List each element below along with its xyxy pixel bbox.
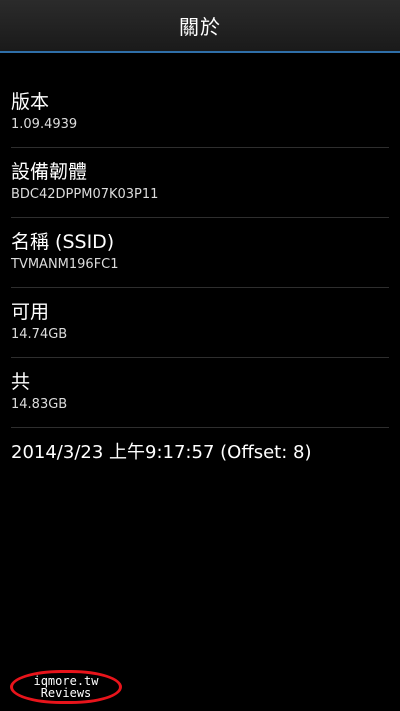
page-title: 關於 [179,15,221,39]
list-item-value: 1.09.4939 [11,117,78,132]
list-item-version[interactable]: 版本 1.09.4939 [11,78,389,148]
list-item-value: 14.74GB [11,327,68,342]
list-item-value: TVMANM196FC1 [11,257,119,272]
list-item-datetime[interactable]: 2014/3/23 上午9:17:57 (Offset: 8) [11,428,389,498]
list-item-title: 設備韌體 [11,161,88,183]
about-list: 版本 1.09.4939 設備韌體 BDC42DPPM07K03P11 名稱 (… [0,78,400,498]
list-item-title: 可用 [11,301,50,323]
list-item-available[interactable]: 可用 14.74GB [11,288,389,358]
list-item-title: 共 [11,371,31,393]
list-item-title: 版本 [11,91,50,113]
list-item-title: 名稱 (SSID) [11,231,115,253]
list-item-ssid[interactable]: 名稱 (SSID) TVMANM196FC1 [11,218,389,288]
list-item-firmware[interactable]: 設備韌體 BDC42DPPM07K03P11 [11,148,389,218]
list-item-total[interactable]: 共 14.83GB [11,358,389,428]
watermark-logo: iqmore.tw Reviews [10,670,122,704]
list-item-value: 14.83GB [11,397,68,412]
action-bar: 關於 [0,0,400,53]
datetime-text: 2014/3/23 上午9:17:57 (Offset: 8) [11,442,312,463]
watermark-line-2: Reviews [40,686,92,700]
list-item-value: BDC42DPPM07K03P11 [11,187,159,202]
